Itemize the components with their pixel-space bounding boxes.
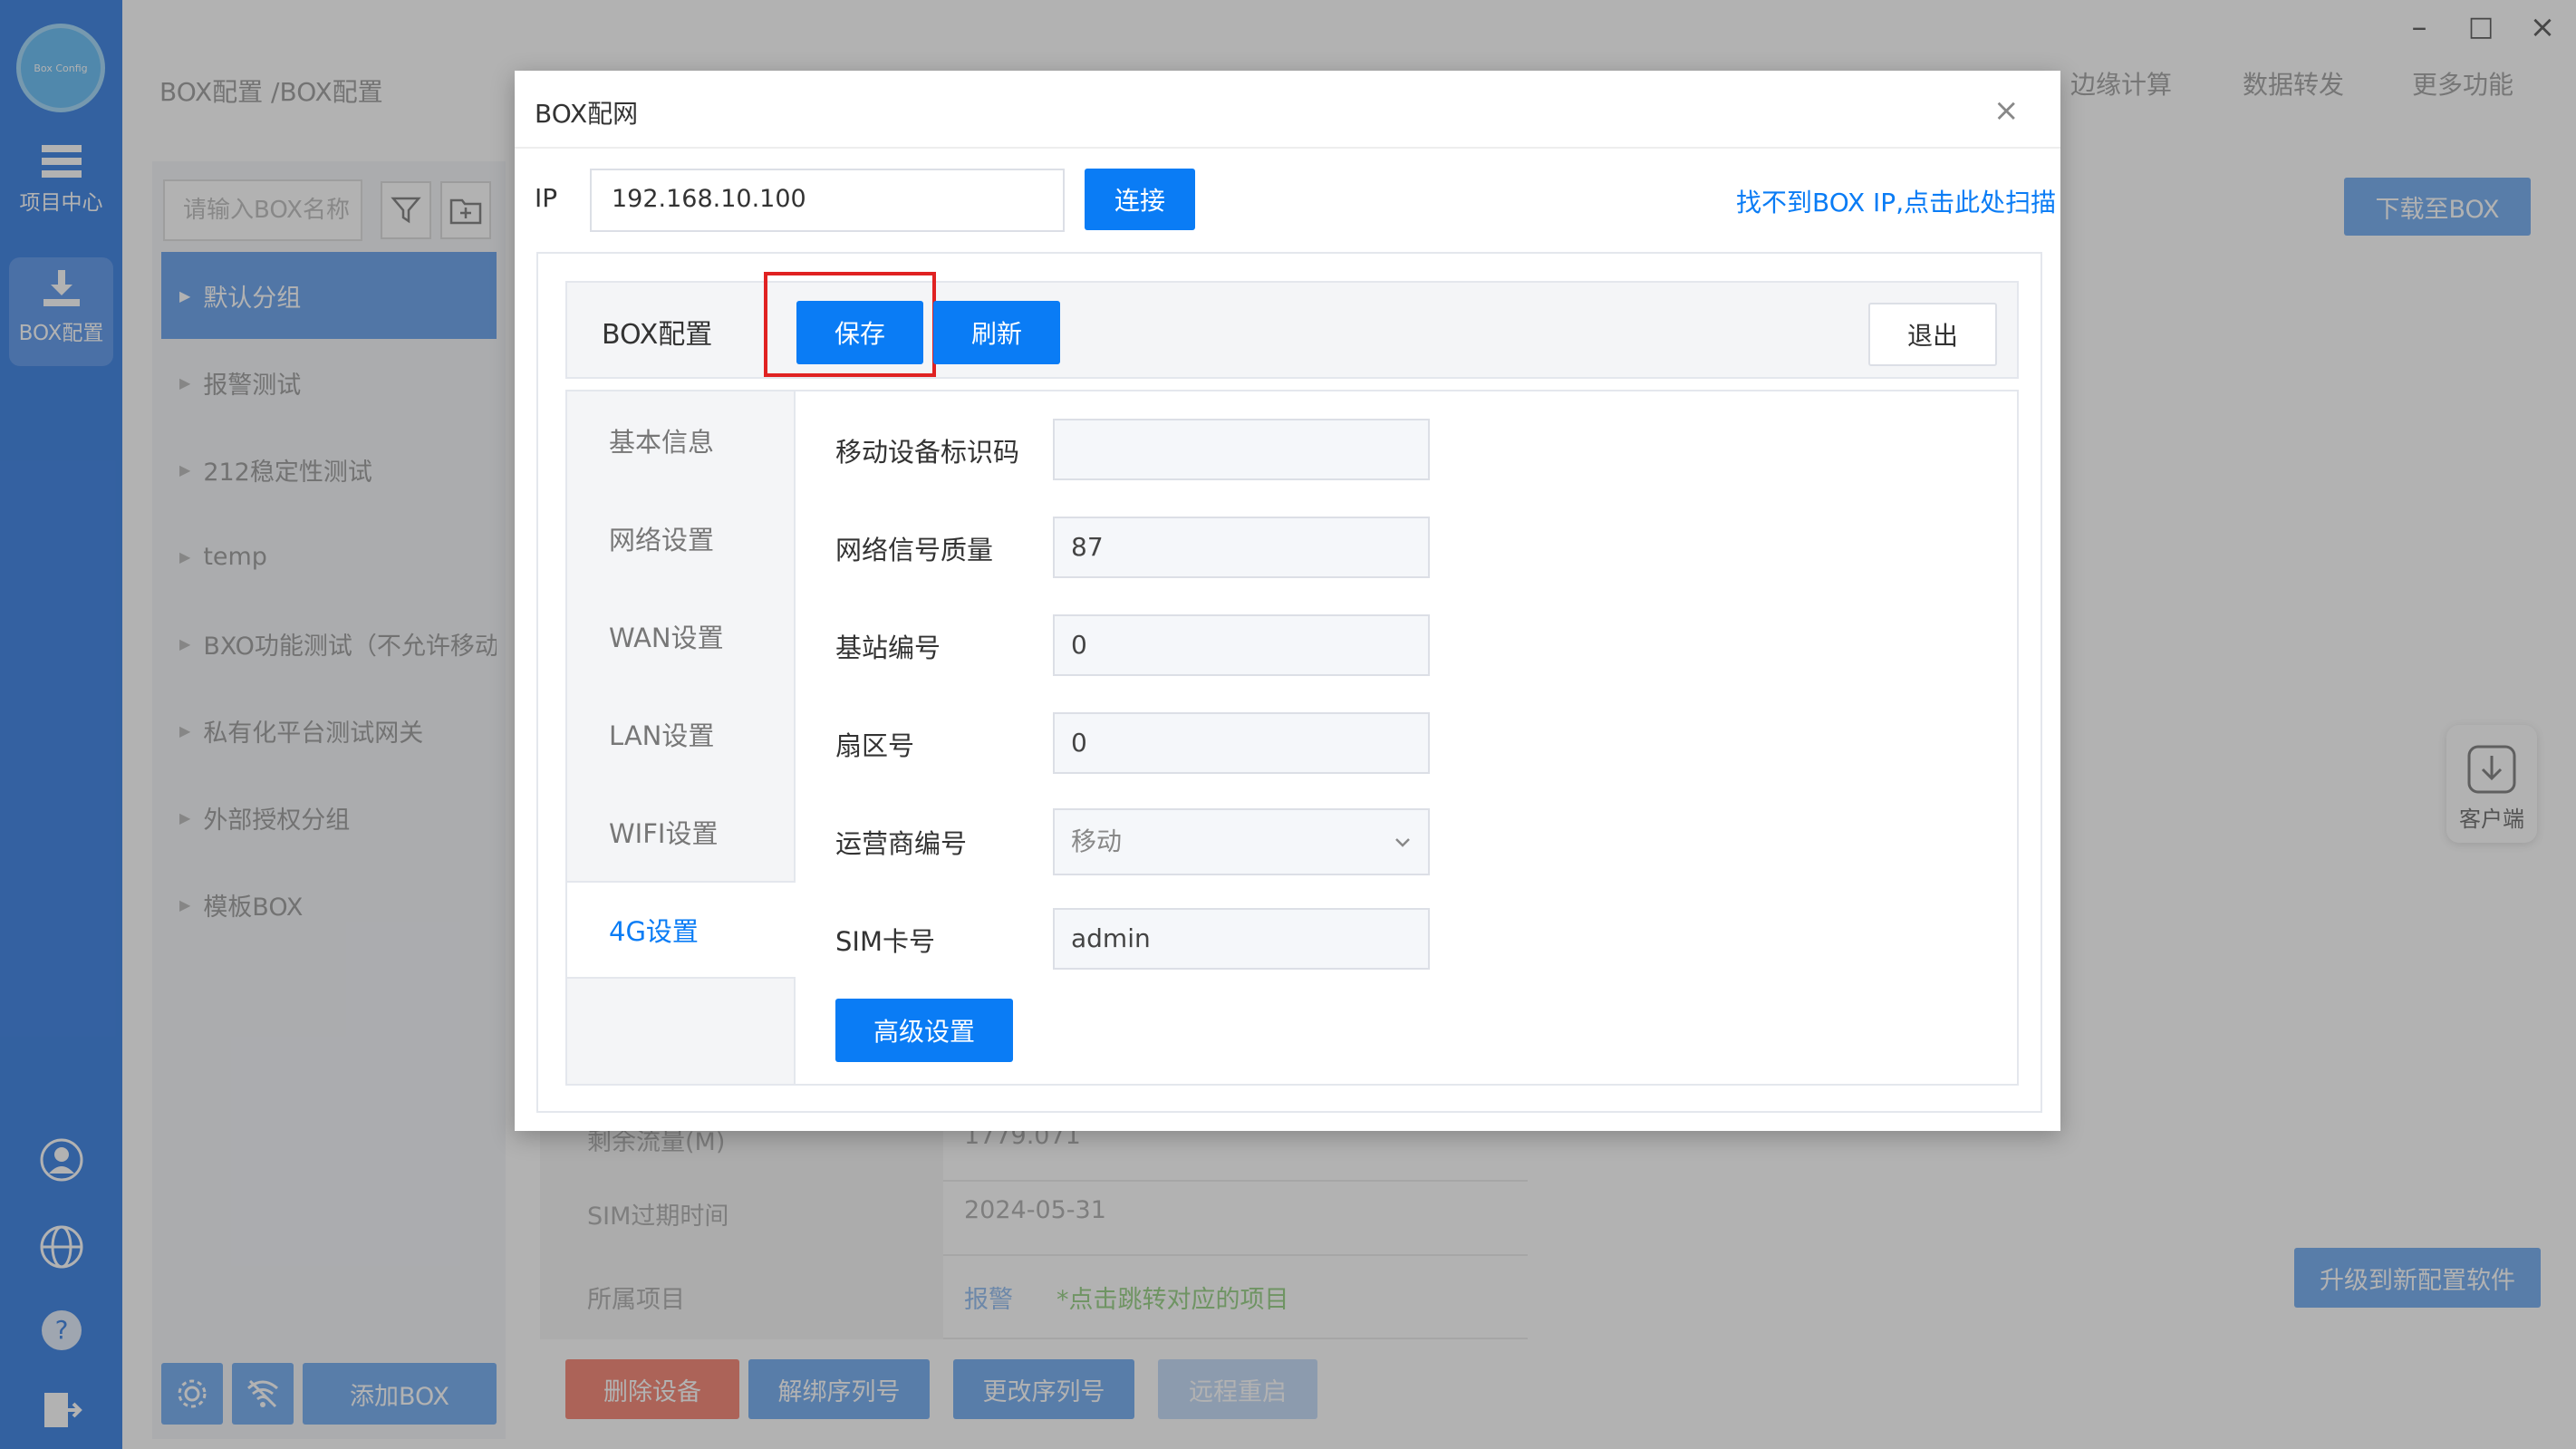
refresh-button[interactable]: 刷新 xyxy=(933,301,1060,364)
chevron-down-icon xyxy=(1395,838,1410,847)
exit-button[interactable]: 退出 xyxy=(1868,303,1997,366)
sector-input[interactable]: 0 xyxy=(1053,712,1430,774)
carrier-selected-value: 移动 xyxy=(1071,826,1123,856)
ip-label: IP xyxy=(535,183,558,213)
box-network-dialog: BOX配网 × IP 192.168.10.100 连接 找不到BOX IP,点… xyxy=(515,71,2060,1131)
ip-input[interactable]: 192.168.10.100 xyxy=(590,169,1065,232)
tab-wifi-settings[interactable]: WIFI设置 xyxy=(567,783,794,881)
sim-number-input[interactable]: admin xyxy=(1053,908,1430,970)
save-button[interactable]: 保存 xyxy=(796,301,923,364)
device-id-input[interactable] xyxy=(1053,419,1430,480)
tab-wan-settings[interactable]: WAN设置 xyxy=(567,587,794,685)
field-label-base-station: 基站编号 xyxy=(835,633,941,663)
signal-quality-input[interactable]: 87 xyxy=(1053,517,1430,578)
close-icon[interactable]: × xyxy=(1993,92,2020,129)
tab-network-settings[interactable]: 网络设置 xyxy=(567,489,794,587)
field-label-carrier: 运营商编号 xyxy=(835,828,968,859)
divider xyxy=(515,147,2060,149)
advanced-settings-button[interactable]: 高级设置 xyxy=(835,999,1013,1062)
connect-button[interactable]: 连接 xyxy=(1085,169,1195,230)
scan-box-ip-link[interactable]: 找不到BOX IP,点击此处扫描 xyxy=(1736,183,2056,219)
field-label-signal-quality: 网络信号质量 xyxy=(835,535,994,565)
field-label-sector: 扇区号 xyxy=(835,730,915,761)
carrier-select[interactable]: 移动 xyxy=(1053,808,1430,875)
field-label-sim: SIM卡号 xyxy=(835,926,935,957)
base-station-input[interactable]: 0 xyxy=(1053,614,1430,676)
tab-lan-settings[interactable]: LAN设置 xyxy=(567,685,794,783)
field-label-device-id: 移动设备标识码 xyxy=(835,437,1020,468)
tab-4g-settings[interactable]: 4G设置 xyxy=(567,881,796,979)
config-title: BOX配置 xyxy=(602,319,713,351)
tab-basic-info[interactable]: 基本信息 xyxy=(567,391,794,489)
dialog-title: BOX配网 xyxy=(535,99,639,129)
